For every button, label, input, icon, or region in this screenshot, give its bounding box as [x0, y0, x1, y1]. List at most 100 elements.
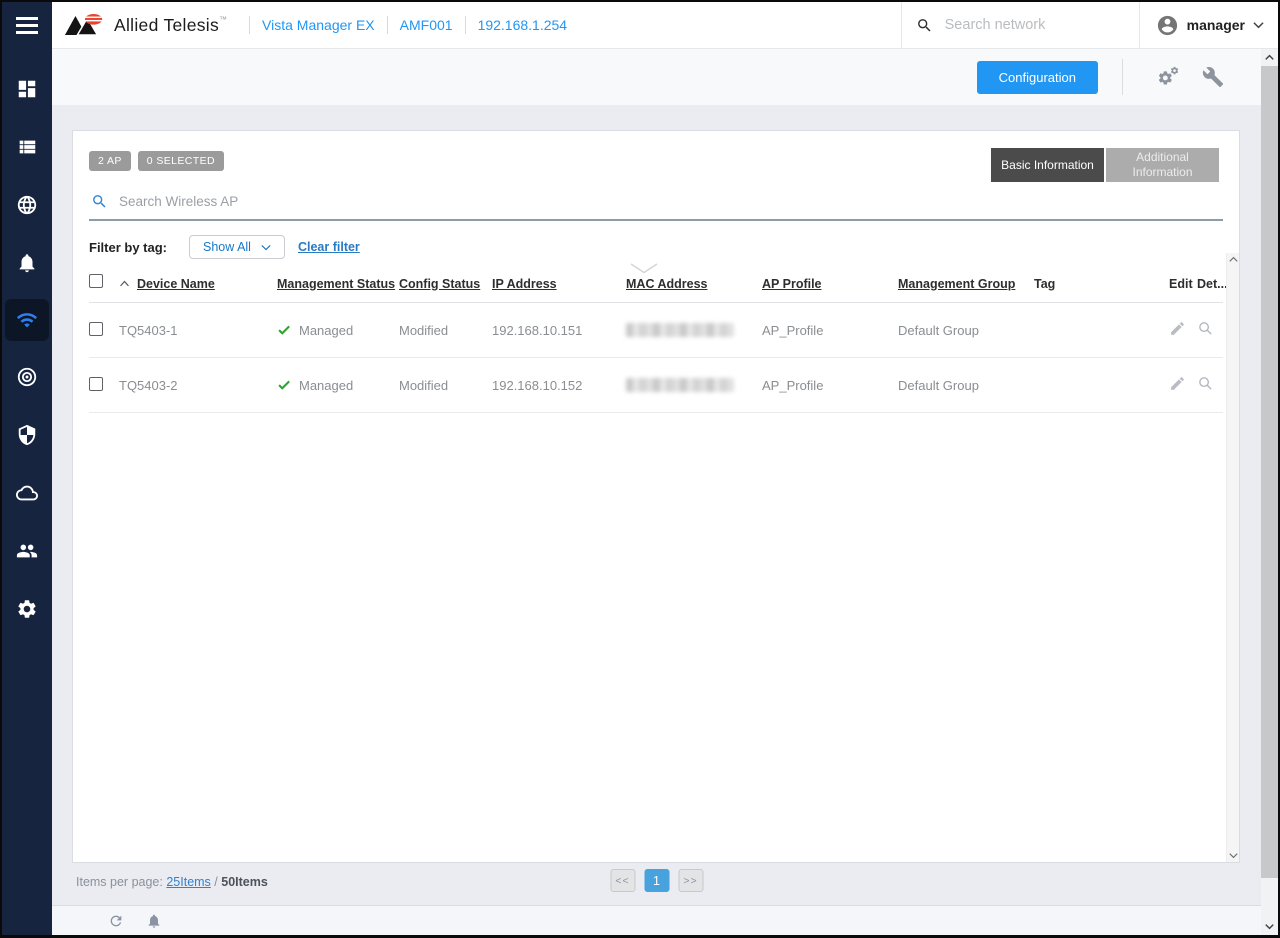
sidebar-nav: [2, 49, 52, 629]
dashboard-icon: [16, 78, 38, 100]
column-mac-address[interactable]: MAC Address: [626, 277, 762, 291]
menu-icon[interactable]: [2, 2, 52, 49]
column-device-name[interactable]: Device Name: [119, 277, 277, 291]
tab-basic-information[interactable]: Basic Information: [991, 148, 1104, 182]
scrollbar-thumb[interactable]: [1261, 66, 1278, 878]
selected-count-badge: 0 SELECTED: [138, 151, 224, 171]
breadcrumb-ip[interactable]: 192.168.1.254: [478, 17, 568, 33]
panel-scrollbar[interactable]: [1226, 253, 1239, 862]
device-name-cell: TQ5403-2: [119, 378, 277, 393]
tag-filter-value: Show All: [203, 240, 251, 254]
details-magnifier-icon[interactable]: [1197, 375, 1214, 392]
page-toolbar: Configuration: [52, 49, 1261, 105]
management-status-cell: Managed: [277, 378, 399, 393]
breadcrumb-area[interactable]: AMF001: [400, 17, 453, 33]
items-per-page-separator: /: [214, 875, 217, 889]
search-icon: [916, 17, 933, 34]
row-checkbox[interactable]: [89, 322, 103, 336]
column-ip-address[interactable]: IP Address: [492, 277, 626, 291]
window-scrollbar[interactable]: [1261, 49, 1278, 935]
column-management-status[interactable]: Management Status: [277, 277, 399, 291]
filter-row: Filter by tag: Show All Clear filter: [89, 235, 1223, 259]
edit-pencil-icon[interactable]: [1169, 320, 1186, 337]
management-status-cell: Managed: [277, 323, 399, 338]
column-ap-profile[interactable]: AP Profile: [762, 277, 898, 291]
ap-profile-cell: AP_Profile: [762, 323, 898, 338]
table-row: TQ5403-1 Managed Modified 192.168.10.151…: [89, 303, 1223, 358]
topbar: Allied Telesis™ Vista Manager EX AMF001 …: [52, 2, 1278, 49]
sidebar-item-events[interactable]: [5, 243, 49, 283]
search-wireless-ap-input[interactable]: [119, 194, 1223, 209]
refresh-icon[interactable]: [108, 913, 124, 929]
avatar-icon: [1156, 14, 1179, 37]
security-shield-icon: [16, 424, 38, 446]
check-icon: [277, 378, 291, 392]
items-per-page-label: Items per page:: [76, 875, 163, 889]
search-icon: [91, 193, 108, 210]
scroll-up-icon[interactable]: [1261, 49, 1278, 66]
sidebar-item-settings[interactable]: [5, 589, 49, 629]
search-network-input[interactable]: [945, 17, 1115, 33]
wrench-icon[interactable]: [1201, 66, 1225, 88]
allied-telesis-logo-icon: [64, 12, 106, 39]
user-menu[interactable]: manager: [1139, 2, 1278, 48]
ip-address-cell: 192.168.10.151: [492, 323, 626, 338]
wireless-ap-search: [89, 193, 1223, 221]
wireless-ap-panel: 2 AP 0 SELECTED Basic Information Additi…: [72, 130, 1240, 863]
scroll-up-icon[interactable]: [1229, 256, 1238, 263]
tab-additional-information[interactable]: Additional Information: [1106, 148, 1219, 182]
sidebar-item-users[interactable]: [5, 531, 49, 571]
pagination-prev-button[interactable]: <<: [610, 869, 635, 892]
bottom-status-bar: [52, 905, 1261, 935]
page-content: 2 AP 0 SELECTED Basic Information Additi…: [52, 105, 1261, 905]
breadcrumb-vista-manager[interactable]: Vista Manager EX: [262, 17, 375, 33]
configuration-button[interactable]: Configuration: [977, 61, 1098, 94]
cloud-icon: [16, 482, 38, 504]
user-name: manager: [1187, 17, 1245, 33]
management-group-cell: Default Group: [898, 378, 1034, 393]
items-per-page-current: 50Items: [221, 875, 268, 889]
edit-pencil-icon[interactable]: [1169, 375, 1186, 392]
sidebar-item-sd-wan[interactable]: [5, 357, 49, 397]
select-all-checkbox[interactable]: [89, 274, 103, 288]
divider: [387, 16, 388, 34]
row-checkbox[interactable]: [89, 377, 103, 391]
sidebar-item-network-map[interactable]: [5, 185, 49, 225]
pagination: << 1 >>: [610, 869, 703, 892]
filter-by-tag-label: Filter by tag:: [89, 240, 167, 255]
sidebar-item-wireless[interactable]: [5, 299, 49, 341]
gears-icon[interactable]: [1157, 66, 1181, 88]
sidebar-item-dashboard[interactable]: [5, 69, 49, 109]
column-management-group[interactable]: Management Group: [898, 277, 1034, 291]
column-notch-icon: [630, 263, 658, 274]
column-config-status[interactable]: Config Status: [399, 277, 492, 291]
events-bell-icon: [16, 252, 38, 274]
sidebar-item-security[interactable]: [5, 415, 49, 455]
scroll-down-icon[interactable]: [1261, 918, 1278, 935]
tag-filter-dropdown[interactable]: Show All: [189, 235, 285, 259]
pagination-next-button[interactable]: >>: [678, 869, 703, 892]
bell-icon[interactable]: [146, 913, 162, 929]
divider: [249, 16, 250, 34]
users-icon: [16, 540, 38, 562]
config-status-cell: Modified: [399, 323, 492, 338]
asset-list-icon: [16, 136, 38, 158]
items-per-page-25-link[interactable]: 25Items: [166, 875, 210, 889]
app-window: Allied Telesis™ Vista Manager EX AMF001 …: [0, 0, 1280, 938]
table-row: TQ5403-2 Managed Modified 192.168.10.152…: [89, 358, 1223, 413]
scroll-down-icon[interactable]: [1229, 852, 1238, 859]
clear-filter-link[interactable]: Clear filter: [298, 240, 360, 254]
table-header: Device Name Management Status Config Sta…: [89, 274, 1223, 303]
sidebar-item-asset-list[interactable]: [5, 127, 49, 167]
pagination-page-1-button[interactable]: 1: [644, 869, 669, 892]
allied-telesis-logo: Allied Telesis™: [52, 12, 237, 39]
sort-asc-icon: [119, 279, 130, 288]
sidebar-item-cloud[interactable]: [5, 473, 49, 513]
details-magnifier-icon[interactable]: [1197, 320, 1214, 337]
info-tabs: Basic Information Additional Information: [991, 148, 1219, 182]
wifi-icon: [16, 309, 38, 331]
mac-address-cell: [626, 378, 762, 392]
settings-gear-icon: [16, 598, 38, 620]
sd-wan-icon: [16, 366, 38, 388]
column-details: Det...: [1197, 277, 1225, 291]
